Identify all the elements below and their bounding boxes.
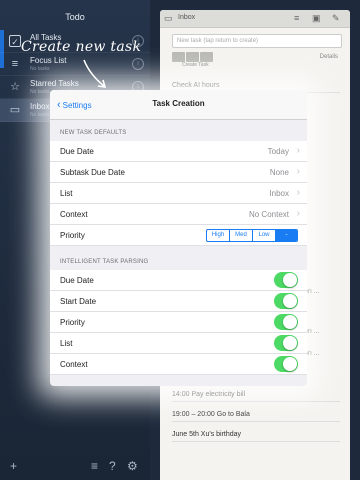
task-row[interactable]: 19:00 – 20:00 Go to Bala bbox=[172, 411, 340, 422]
sidebar-title: Todo bbox=[65, 12, 85, 22]
annotation-text: Create new task bbox=[21, 39, 142, 55]
section-header-defaults: NEW TASK DEFAULTS bbox=[60, 130, 127, 136]
task-row[interactable]: June 5th Xu's birthday bbox=[172, 431, 340, 442]
row-value: Inbox bbox=[269, 189, 289, 198]
sidebar-item-focus-list[interactable]: ≡ Focus List No tasks i bbox=[0, 53, 150, 76]
settings-icon[interactable]: ⚙ bbox=[127, 459, 138, 473]
row-label: Priority bbox=[60, 231, 85, 240]
row-value: No Context bbox=[248, 210, 289, 219]
row-label: Due Date bbox=[60, 276, 94, 285]
default-list-row[interactable]: List Inbox › bbox=[50, 183, 307, 204]
row-label: Context bbox=[60, 210, 88, 219]
sidebar-toolbar: + ≡ ? ⚙ bbox=[0, 454, 150, 480]
row-value: None bbox=[269, 168, 289, 177]
parsing-priority-row: Priority bbox=[50, 312, 307, 333]
priority-segmented-control[interactable]: High Med Low - bbox=[206, 229, 298, 242]
create-task-buttons: Create Task bbox=[172, 52, 214, 68]
help-icon[interactable]: ? bbox=[109, 459, 116, 473]
start-date-toggle[interactable] bbox=[274, 293, 298, 309]
chevron-right-icon: › bbox=[296, 166, 300, 177]
star-icon: ☆ bbox=[10, 81, 20, 93]
priority-low-segment[interactable]: Low bbox=[253, 230, 276, 241]
section-header-parsing: INTELLIGENT TASK PARSING bbox=[60, 259, 149, 265]
default-subtask-due-date-row[interactable]: Subtask Due Date None › bbox=[50, 162, 307, 183]
create-task-label: Create Task bbox=[182, 62, 209, 68]
row-label: Due Date bbox=[60, 147, 94, 156]
parsing-start-date-row: Start Date bbox=[50, 291, 307, 312]
inbox-icon: ▭ bbox=[9, 104, 21, 116]
default-due-date-row[interactable]: Due Date Today › bbox=[50, 141, 307, 162]
priority-med-segment[interactable]: Med bbox=[230, 230, 253, 241]
row-label: List bbox=[60, 189, 73, 198]
parsing-list-row: List bbox=[50, 333, 307, 354]
popover-title: Task Creation bbox=[152, 99, 205, 108]
context-toggle[interactable] bbox=[274, 356, 298, 372]
row-label: Priority bbox=[60, 318, 85, 327]
chevron-right-icon: › bbox=[296, 187, 300, 198]
chevron-right-icon: › bbox=[296, 208, 300, 219]
row-label: Subtask Due Date bbox=[60, 168, 125, 177]
new-task-input[interactable]: New task (tap return to create) bbox=[172, 34, 342, 48]
list-toggle[interactable] bbox=[274, 335, 298, 351]
sidebar-item-label: Inbox bbox=[30, 102, 50, 111]
sidebar-item-count: No tasks bbox=[30, 112, 50, 118]
calendar-icon[interactable]: ▣ bbox=[312, 13, 321, 24]
list-icon: ≡ bbox=[11, 58, 19, 70]
row-value: Today bbox=[267, 147, 289, 156]
annotation-arrow-icon bbox=[83, 59, 107, 88]
sidebar-item-count: No tasks bbox=[30, 66, 50, 72]
task-creation-popover: ‹ Settings Task Creation NEW TASK DEFAULT… bbox=[50, 90, 307, 386]
chevron-right-icon: › bbox=[296, 145, 300, 156]
inbox-title: Inbox bbox=[178, 14, 196, 21]
default-context-row[interactable]: Context No Context › bbox=[50, 204, 307, 225]
create-task-button[interactable] bbox=[172, 52, 185, 62]
menu-icon[interactable]: ≡ bbox=[294, 13, 299, 23]
add-icon[interactable]: + bbox=[10, 459, 17, 473]
task-row[interactable]: 14:00 Pay electricity bill bbox=[172, 391, 340, 402]
menu-icon[interactable]: ≡ bbox=[91, 459, 98, 473]
inbox-icon: ▭ bbox=[164, 13, 173, 23]
compose-icon[interactable]: ✎ bbox=[332, 13, 340, 24]
due-date-toggle[interactable] bbox=[274, 272, 298, 288]
task-type-button[interactable] bbox=[200, 52, 213, 62]
row-label: List bbox=[60, 339, 73, 348]
priority-none-segment[interactable]: - bbox=[276, 230, 297, 241]
sidebar-item-count: No tasks bbox=[30, 89, 50, 95]
info-icon[interactable]: i bbox=[132, 58, 144, 70]
popover-nav-bar: ‹ Settings Task Creation bbox=[50, 90, 307, 120]
row-label: Start Date bbox=[60, 297, 97, 306]
inbox-header: ▭ Inbox ≡ ▣ ✎ bbox=[160, 10, 350, 28]
priority-high-segment[interactable]: High bbox=[207, 230, 230, 241]
sidebar-item-label: Starred Tasks bbox=[30, 79, 79, 88]
sidebar-item-label: Focus List bbox=[30, 56, 67, 65]
priority-toggle[interactable] bbox=[274, 314, 298, 330]
parsing-due-date-row: Due Date bbox=[50, 270, 307, 291]
task-type-button[interactable] bbox=[186, 52, 199, 62]
checkbox-icon: ✓ bbox=[9, 35, 21, 47]
details-link[interactable]: Details bbox=[320, 54, 338, 60]
default-priority-row: Priority High Med Low - bbox=[50, 225, 307, 246]
parsing-context-row: Context bbox=[50, 354, 307, 375]
row-label: Context bbox=[60, 360, 88, 369]
